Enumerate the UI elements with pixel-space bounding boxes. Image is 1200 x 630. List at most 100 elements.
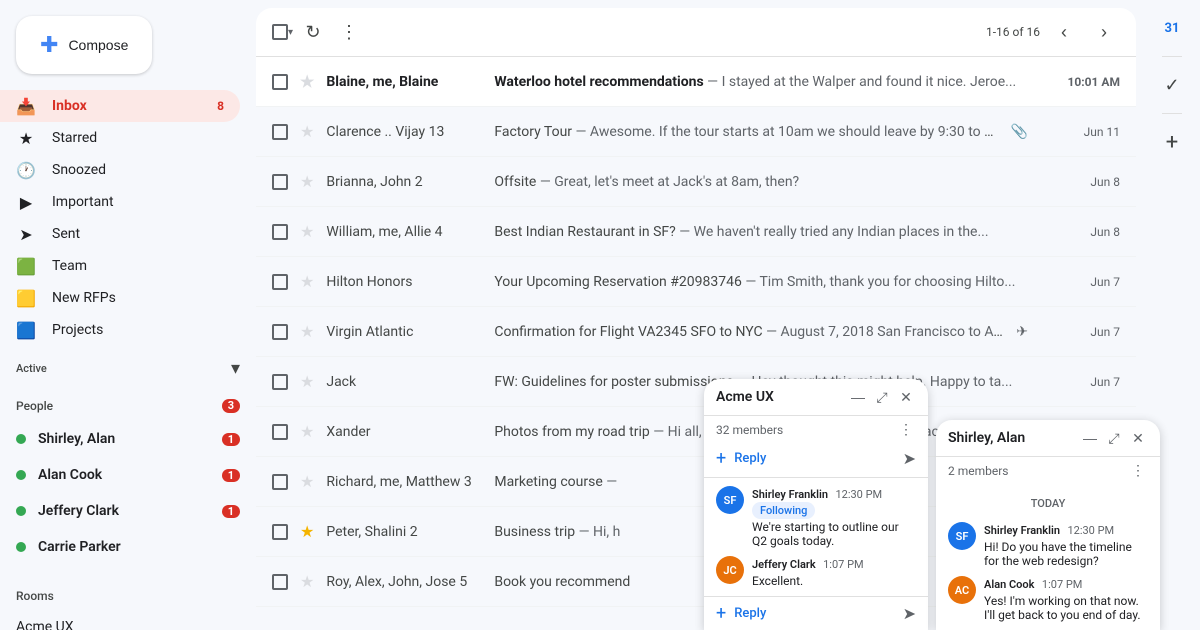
email-checkbox[interactable] (272, 524, 288, 540)
people-list: Shirley, Alan 1 Alan Cook 1 Jeffery Clar… (0, 421, 256, 565)
email-attachment-icon: ✈ (1016, 324, 1028, 340)
chat-shirley-close[interactable]: ✕ (1128, 428, 1148, 448)
star-icon[interactable]: ★ (300, 572, 314, 591)
sidebar-item-important[interactable]: ▶ Important (0, 186, 240, 218)
starred-icon: ★ (16, 129, 36, 148)
chat-acme-minimize[interactable]: — (848, 387, 868, 407)
next-page-button[interactable]: › (1088, 16, 1120, 48)
sidebar-item-label-snoozed: Snoozed (52, 162, 106, 178)
compose-label: Compose (68, 37, 128, 53)
star-icon[interactable]: ★ (300, 72, 314, 91)
email-preview: — Tim Smith, thank you for choosing Hilt… (745, 274, 1015, 290)
chat-acme-bottom-reply-label[interactable]: Reply (734, 606, 894, 621)
star-icon[interactable]: ★ (300, 322, 314, 341)
email-from: Hilton Honors (326, 274, 486, 290)
chat-acme-reply-label[interactable]: Reply (734, 451, 894, 466)
email-checkbox[interactable] (272, 224, 288, 240)
select-all-checkbox[interactable]: ▾ (272, 24, 293, 40)
chat-shirley-actions: — ⤢ ✕ (1080, 428, 1148, 448)
prev-page-button[interactable]: ‹ (1048, 16, 1080, 48)
person-item-jeffery-clark[interactable]: Jeffery Clark 1 (0, 493, 256, 529)
sidebar-item-snoozed[interactable]: 🕐 Snoozed (0, 154, 240, 186)
email-preview: — We haven't really tried any Indian pla… (679, 224, 988, 240)
person-name-carrie-parker: Carrie Parker (38, 539, 240, 555)
chat-acme-msg-header-2: Jeffery Clark 1:07 PM (752, 556, 916, 572)
person-item-shirley-alan[interactable]: Shirley, Alan 1 (0, 421, 256, 457)
star-icon[interactable]: ★ (300, 472, 314, 491)
chat-acme-messages: SF Shirley Franklin 12:30 PM Following W… (704, 478, 928, 596)
email-from: Roy, Alex, John, Jose 5 (326, 574, 486, 590)
email-checkbox[interactable] (272, 374, 288, 390)
email-checkbox[interactable] (272, 324, 288, 340)
person-item-carrie-parker[interactable]: Carrie Parker (0, 529, 256, 565)
person-badge-alan-cook: 1 (222, 469, 240, 482)
chat-acme-send-icon[interactable]: ➤ (903, 449, 916, 468)
email-subject-preview: Offsite — Great, let's meet at Jack's at… (494, 174, 1032, 190)
people-badge: 3 (222, 399, 240, 413)
email-subject: Offsite (494, 174, 536, 190)
chat-acme-bottom-send[interactable]: ➤ (903, 604, 916, 623)
chat-acme-msg-1: SF Shirley Franklin 12:30 PM Following W… (716, 486, 916, 548)
star-icon[interactable]: ★ (300, 122, 314, 141)
table-row[interactable]: ★ William, me, Allie 4 Best Indian Resta… (256, 207, 1136, 257)
table-row[interactable]: ★ Clarence .. Vijay 13 Factory Tour — Aw… (256, 107, 1136, 157)
email-checkbox[interactable] (272, 74, 288, 90)
select-dropdown-arrow[interactable]: ▾ (288, 27, 293, 38)
compose-button[interactable]: ✚ Compose (16, 16, 152, 74)
star-icon[interactable]: ★ (300, 222, 314, 241)
sidebar-item-projects[interactable]: 🟦 Projects (0, 314, 240, 346)
pagination-text: 1-16 of 16 (986, 25, 1040, 39)
star-icon[interactable]: ★ (300, 372, 314, 391)
email-checkbox[interactable] (272, 574, 288, 590)
sidebar-item-inbox[interactable]: 📥 Inbox 8 (0, 90, 240, 122)
star-icon[interactable]: ★ (300, 422, 314, 441)
table-row[interactable]: ★ Brianna, John 2 Offsite — Great, let's… (256, 157, 1136, 207)
email-subject: FW: Guidelines for poster submissions (494, 374, 733, 390)
table-row[interactable]: ★ Hilton Honors Your Upcoming Reservatio… (256, 257, 1136, 307)
chat-acme-more[interactable]: ⋮ (896, 420, 916, 440)
chat-shirley-members: 2 members ⋮ (936, 457, 1160, 485)
tasks-icon[interactable]: ✓ (1152, 65, 1192, 105)
chat-acme-expand[interactable]: ⤢ (872, 387, 892, 407)
email-subject: Book you recommend (494, 574, 630, 590)
table-row[interactable]: ★ Blaine, me, Blaine Waterloo hotel reco… (256, 57, 1136, 107)
sidebar-item-label-sent: Sent (52, 226, 80, 242)
chat-shirley-sender-1: Shirley Franklin (984, 524, 1060, 537)
chat-acme-msg-2: JC Jeffery Clark 1:07 PM Excellent. (716, 556, 916, 588)
star-icon[interactable]: ★ (300, 522, 314, 541)
sidebar-item-starred[interactable]: ★ Starred (0, 122, 240, 154)
email-checkbox[interactable] (272, 474, 288, 490)
email-checkbox[interactable] (272, 274, 288, 290)
expand-icon[interactable]: ▾ (231, 358, 240, 379)
person-item-alan-cook[interactable]: Alan Cook 1 (0, 457, 256, 493)
more-options-button[interactable]: ⋮ (333, 16, 365, 48)
add-icon[interactable]: + (1152, 122, 1192, 162)
email-checkbox[interactable] (272, 424, 288, 440)
chat-shirley-msg-2: AC Alan Cook 1:07 PM Yes! I'm working on… (948, 576, 1148, 622)
person-badge-shirley-alan: 1 (222, 433, 240, 446)
chat-acme-close[interactable]: ✕ (896, 387, 916, 407)
chat-shirley-header: Shirley, Alan — ⤢ ✕ (936, 420, 1160, 457)
sidebar-item-team[interactable]: 🟩 Team (0, 250, 240, 282)
table-row[interactable]: ★ Virgin Atlantic Confirmation for Fligh… (256, 307, 1136, 357)
chat-acme-add-icon[interactable]: + (716, 448, 726, 469)
chat-shirley-expand[interactable]: ⤢ (1104, 428, 1124, 448)
email-preview: — August 7, 2018 San Francisco to Au... (766, 324, 1004, 340)
chat-shirley-more[interactable]: ⋮ (1128, 461, 1148, 481)
star-icon[interactable]: ★ (300, 272, 314, 291)
room-item-acme-ux[interactable]: Acme UX (0, 611, 256, 630)
email-checkbox[interactable] (272, 124, 288, 140)
refresh-button[interactable]: ↻ (297, 16, 329, 48)
star-icon[interactable]: ★ (300, 172, 314, 191)
calendar-icon[interactable]: 31 (1152, 8, 1192, 48)
chat-acme-bottom-add[interactable]: + (716, 603, 726, 624)
rooms-section: Rooms Acme UXMarketing Super Bowl push (0, 573, 256, 630)
chat-shirley-minimize[interactable]: — (1080, 428, 1100, 448)
email-from: Jack (326, 374, 486, 390)
inbox-icon: 📥 (16, 97, 36, 116)
sidebar-item-sent[interactable]: ➤ Sent (0, 218, 240, 250)
sidebar-item-new-rfps[interactable]: 🟨 New RFPs (0, 282, 240, 314)
email-checkbox[interactable] (272, 174, 288, 190)
chat-acme-bottom-reply: + Reply ➤ (704, 596, 928, 630)
email-from: Peter, Shalini 2 (326, 524, 486, 540)
